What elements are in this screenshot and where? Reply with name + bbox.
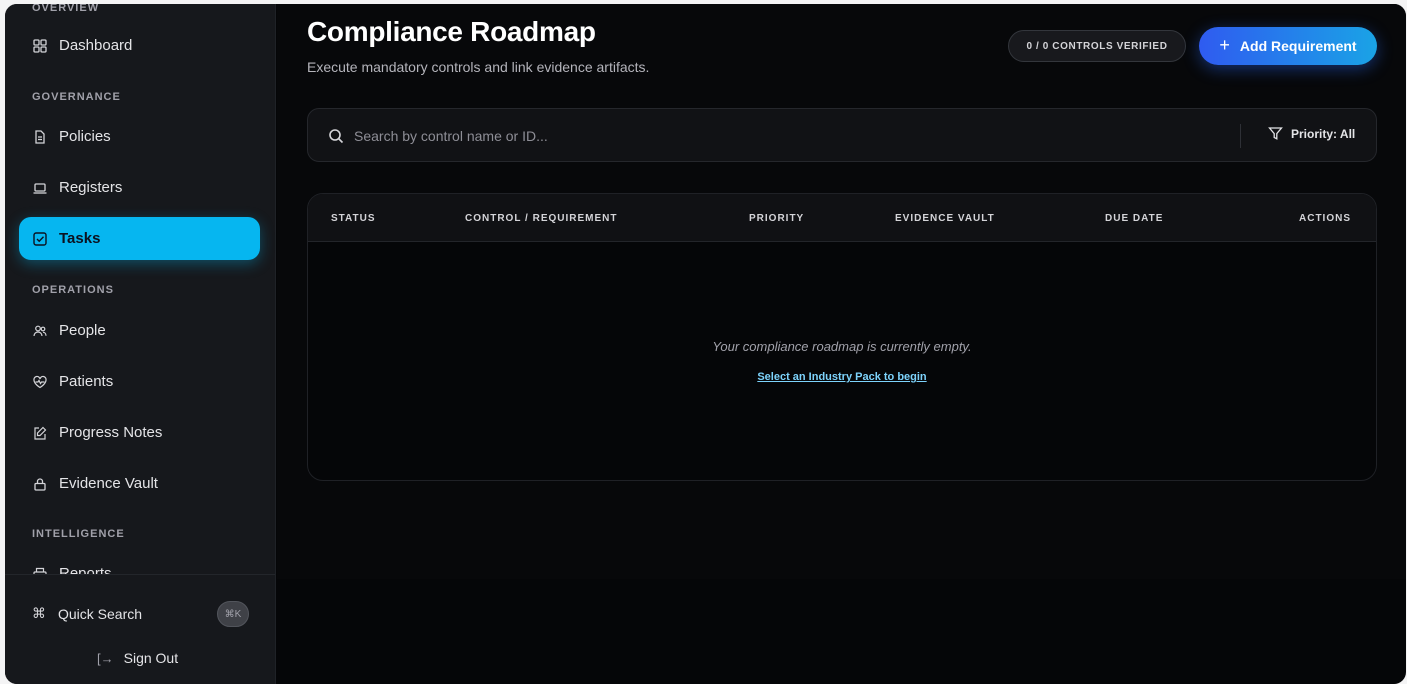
checkbox-icon — [33, 231, 47, 246]
users-icon — [33, 324, 47, 338]
document-icon — [33, 129, 47, 144]
sidebar-item-label: Registers — [59, 179, 123, 196]
add-requirement-label: Add Requirement — [1239, 38, 1357, 54]
search-icon — [329, 129, 344, 144]
empty-state-message: Your compliance roadmap is currently emp… — [712, 339, 972, 354]
sign-out-icon: [→ — [97, 650, 114, 666]
page-title: Compliance Roadmap — [307, 16, 596, 47]
quick-search-label: Quick Search — [58, 605, 143, 622]
priority-filter-button[interactable]: Priority: All — [1268, 126, 1355, 141]
sign-out-label: Sign Out — [123, 650, 179, 666]
sidebar-item-dashboard[interactable]: Dashboard — [19, 24, 260, 67]
sidebar-item-people[interactable]: People — [19, 309, 260, 352]
select-industry-pack-link[interactable]: Select an Industry Pack to begin — [308, 371, 1376, 383]
sidebar-item-label: People — [59, 322, 106, 339]
column-header-priority[interactable]: PRIORITY — [749, 213, 804, 224]
filter-icon — [1268, 127, 1283, 140]
divider — [1240, 124, 1241, 148]
sidebar-item-tasks[interactable]: Tasks — [19, 217, 260, 260]
column-header-control[interactable]: CONTROL / REQUIREMENT — [465, 213, 617, 224]
note-edit-icon — [33, 426, 47, 440]
sidebar-item-label: Evidence Vault — [59, 475, 158, 492]
column-header-actions: ACTIONS — [1299, 213, 1351, 224]
sidebar-item-registers[interactable]: Registers — [19, 166, 260, 209]
section-governance: GOVERNANCE — [32, 91, 121, 103]
verified-count-badge: 0 / 0 CONTROLS VERIFIED — [1008, 30, 1186, 62]
plus-icon: + — [1219, 34, 1230, 55]
sidebar-item-label: Patients — [59, 373, 114, 390]
sidebar-item-label: Dashboard — [59, 37, 133, 54]
sidebar-item-evidence-vault[interactable]: Evidence Vault — [19, 462, 260, 505]
app-window: OVERVIEW Dashboard GOVERNANCE Policies R… — [5, 4, 1406, 684]
grid-icon — [33, 38, 47, 53]
sidebar-item-policies[interactable]: Policies — [19, 115, 260, 158]
shortcut-badge: ⌘K — [217, 601, 249, 627]
column-header-status[interactable]: STATUS — [331, 213, 376, 224]
sidebar-item-patients[interactable]: Patients — [19, 360, 260, 403]
sidebar-item-label: Tasks — [59, 230, 101, 247]
sidebar: OVERVIEW Dashboard GOVERNANCE Policies R… — [5, 4, 276, 684]
priority-filter-label: Priority: All — [1291, 126, 1356, 141]
laptop-icon — [33, 181, 47, 195]
sign-out-button[interactable]: [→ Sign Out — [97, 650, 178, 666]
section-intelligence: INTELLIGENCE — [32, 528, 125, 540]
search-input[interactable] — [354, 124, 1214, 148]
requirements-table: STATUS CONTROL / REQUIREMENT PRIORITY EV… — [307, 193, 1377, 481]
table-header: STATUS CONTROL / REQUIREMENT PRIORITY EV… — [308, 194, 1376, 242]
section-overview: OVERVIEW — [32, 4, 100, 14]
sidebar-item-label: Progress Notes — [59, 424, 163, 441]
section-operations: OPERATIONS — [32, 284, 114, 296]
page-subtitle: Execute mandatory controls and link evid… — [307, 59, 650, 75]
add-requirement-button[interactable]: + Add Requirement — [1199, 27, 1377, 65]
main-content: Compliance Roadmap Execute mandatory con… — [277, 4, 1406, 579]
lock-icon — [33, 477, 47, 491]
heart-pulse-icon — [33, 375, 47, 389]
sidebar-item-progress-notes[interactable]: Progress Notes — [19, 411, 260, 454]
column-header-due-date[interactable]: DUE DATE — [1105, 213, 1163, 224]
command-icon: ⌘ — [32, 605, 46, 621]
search-bar: Priority: All — [307, 108, 1377, 162]
sidebar-item-label: Policies — [59, 128, 111, 145]
column-header-evidence-vault[interactable]: EVIDENCE VAULT — [895, 213, 995, 224]
